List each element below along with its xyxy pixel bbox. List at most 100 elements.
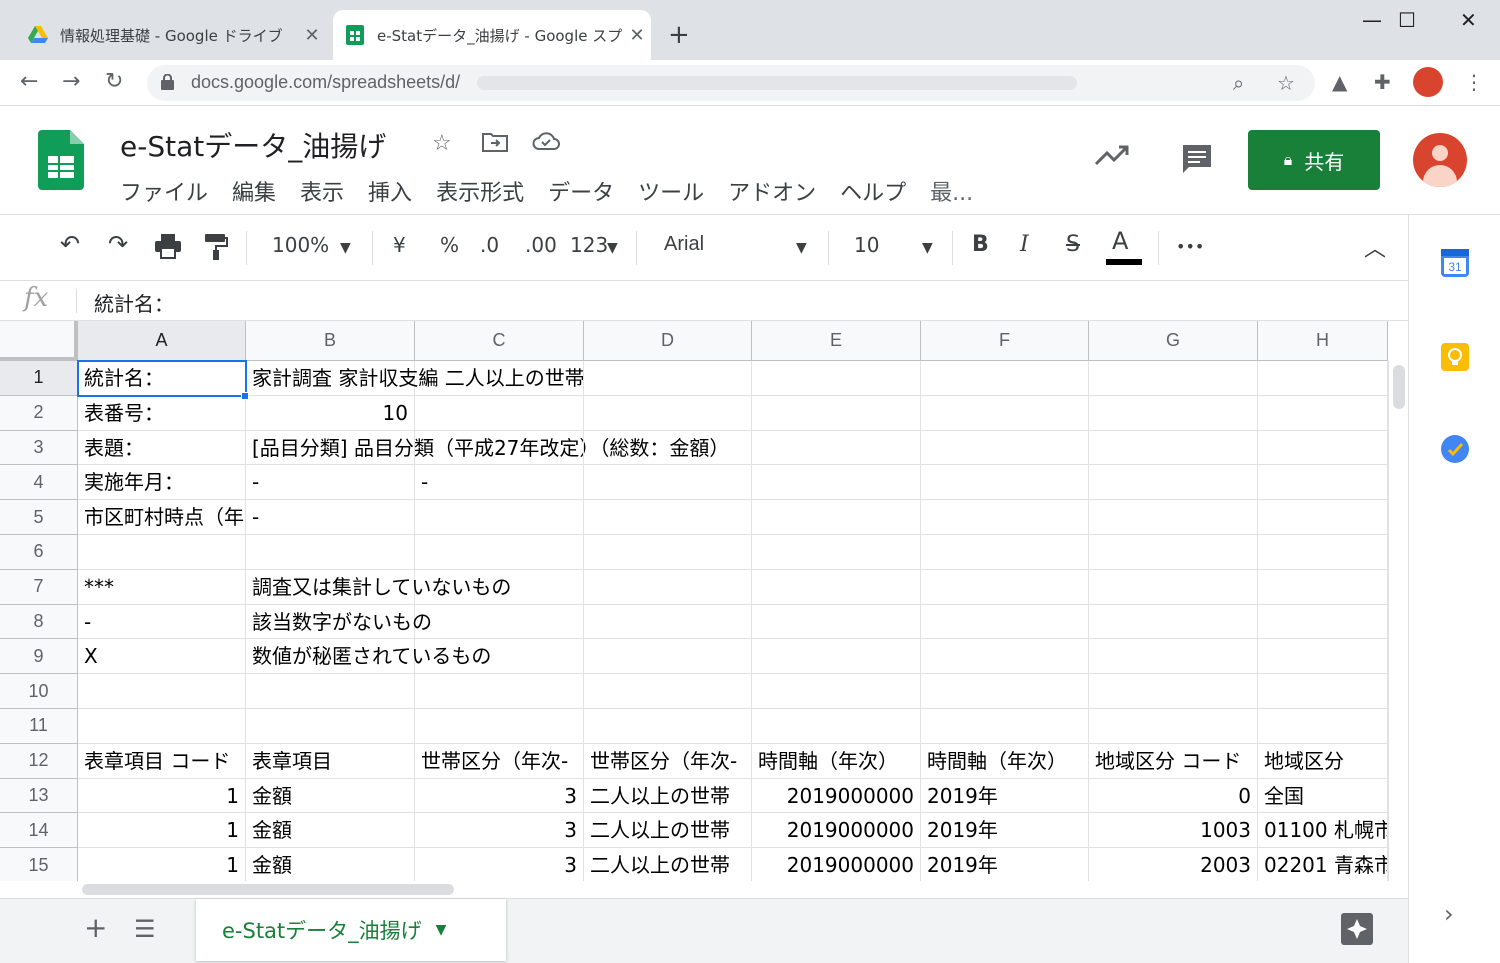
column-header-g[interactable]: G <box>1089 321 1258 361</box>
cell-c8[interactable] <box>415 604 584 640</box>
bold-button[interactable]: B <box>972 232 989 257</box>
cell-e3[interactable] <box>752 430 921 466</box>
add-sheet-icon[interactable]: + <box>84 911 107 944</box>
horizontal-scrollbar[interactable] <box>78 881 1388 898</box>
row-header[interactable]: 6 <box>0 535 78 570</box>
row-header[interactable]: 13 <box>0 778 78 814</box>
cell-d1[interactable] <box>584 361 752 396</box>
percent-format-button[interactable]: % <box>440 233 459 257</box>
menu-edit[interactable]: 編集 <box>232 175 276 207</box>
menu-tools[interactable]: ツール <box>638 175 704 207</box>
menu-format[interactable]: 表示形式 <box>436 175 524 207</box>
cell-h1[interactable] <box>1258 361 1388 396</box>
cell-f12[interactable]: 時間軸（年次） <box>921 743 1089 779</box>
cell-e1[interactable] <box>752 361 921 396</box>
font-size-select[interactable]: 10 <box>854 233 879 257</box>
cell-h10[interactable] <box>1258 674 1388 709</box>
column-header-a[interactable]: A <box>78 321 246 361</box>
cell-c13[interactable]: 3 <box>415 778 584 814</box>
cell-g14[interactable]: 1003 <box>1089 813 1258 849</box>
cell-a3[interactable]: 表題： <box>78 430 246 466</box>
tasks-icon[interactable] <box>1441 435 1469 463</box>
cell-d6[interactable] <box>584 535 752 570</box>
cell-h13[interactable]: 全国 <box>1258 778 1388 814</box>
activity-trend-icon[interactable] <box>1094 143 1129 173</box>
cell-a15[interactable]: 1 <box>78 848 246 881</box>
more-options-icon[interactable]: ••• <box>1176 237 1204 256</box>
row-header[interactable]: 8 <box>0 604 78 640</box>
cell-f8[interactable] <box>921 604 1089 640</box>
cell-a9[interactable]: X <box>78 639 246 675</box>
menu-last-edit[interactable]: 最... <box>930 175 973 207</box>
cell-d4[interactable] <box>584 465 752 501</box>
cell-e4[interactable] <box>752 465 921 501</box>
cell-c1[interactable] <box>415 361 584 396</box>
formula-input[interactable]: 統計名： <box>94 288 174 317</box>
cell-b2[interactable]: 10 <box>246 395 415 431</box>
cell-a6[interactable] <box>78 535 246 570</box>
cell-f2[interactable] <box>921 395 1089 431</box>
cell-b4[interactable]: - <box>246 465 415 501</box>
cell-b3[interactable]: [品目分類] 品目分類（平成27年改定）（総数：金額） <box>246 430 729 466</box>
cell-a13[interactable]: 1 <box>78 778 246 814</box>
column-header-h[interactable]: H <box>1258 321 1388 361</box>
cell-b13[interactable]: 金額 <box>246 778 415 814</box>
cell-g13[interactable]: 0 <box>1089 778 1258 814</box>
text-color-button[interactable]: A <box>1112 227 1128 255</box>
all-sheets-menu-icon[interactable]: ☰ <box>134 915 156 943</box>
cell-b11[interactable] <box>246 709 415 744</box>
cell-a12[interactable]: 表章項目 コード <box>78 743 246 779</box>
browser-tab-drive[interactable]: 情報処理基礎 - Google ドライブ ✕ <box>16 10 326 60</box>
share-button[interactable]: 🔒︎ 共有 <box>1248 130 1380 190</box>
cell-c4[interactable]: - <box>415 465 584 501</box>
forward-arrow-icon[interactable]: → <box>62 69 80 94</box>
cell-b7[interactable]: 調査又は集計していないもの <box>246 569 511 605</box>
redo-icon[interactable]: ↷ <box>108 230 128 258</box>
cell-b6[interactable] <box>246 535 415 570</box>
row-header[interactable]: 12 <box>0 743 78 779</box>
cell-c7[interactable] <box>415 569 584 605</box>
cell-g6[interactable] <box>1089 535 1258 570</box>
address-bar[interactable]: docs.google.com/spreadsheets/d/ ⌕ ☆ <box>147 65 1315 101</box>
cell-f14[interactable]: 2019年 <box>921 813 1089 849</box>
cell-h6[interactable] <box>1258 535 1388 570</box>
chevron-right-icon[interactable]: › <box>1444 900 1454 928</box>
strikethrough-button[interactable]: S <box>1066 232 1080 257</box>
cell-d2[interactable] <box>584 395 752 431</box>
cell-e9[interactable] <box>752 639 921 675</box>
chevron-down-icon[interactable]: ▼ <box>922 240 933 256</box>
cell-e10[interactable] <box>752 674 921 709</box>
cell-f7[interactable] <box>921 569 1089 605</box>
cell-a11[interactable] <box>78 709 246 744</box>
column-header-b[interactable]: B <box>246 321 415 361</box>
cell-c11[interactable] <box>415 709 584 744</box>
menu-addons[interactable]: アドオン <box>728 175 816 207</box>
minimize-icon[interactable]: — <box>1362 8 1382 32</box>
cell-e6[interactable] <box>752 535 921 570</box>
cell-d15[interactable]: 二人以上の世帯 <box>584 848 752 881</box>
cell-h2[interactable] <box>1258 395 1388 431</box>
italic-button[interactable]: I <box>1020 232 1029 257</box>
puzzle-extensions-icon[interactable]: ✚ <box>1374 70 1391 94</box>
zoom-icon[interactable]: ⌕ <box>1233 71 1244 95</box>
cell-e12[interactable]: 時間軸（年次） <box>752 743 921 779</box>
zoom-select[interactable]: 100% <box>272 233 329 257</box>
star-icon[interactable]: ☆ <box>432 131 452 156</box>
cell-c5[interactable] <box>415 500 584 535</box>
cell-d3[interactable] <box>584 430 752 466</box>
cell-g9[interactable] <box>1089 639 1258 675</box>
browser-tab-sheets[interactable]: e-Statデータ_油揚げ - Google スプレ ✕ <box>333 10 651 60</box>
chevron-up-icon[interactable]: ︿ <box>1364 231 1386 263</box>
cell-c14[interactable]: 3 <box>415 813 584 849</box>
cell-h11[interactable] <box>1258 709 1388 744</box>
cell-e15[interactable]: 2019000000 <box>752 848 921 881</box>
cell-h5[interactable] <box>1258 500 1388 535</box>
cell-b9[interactable]: 数値が秘匿されているもの <box>246 639 491 675</box>
menu-file[interactable]: ファイル <box>120 175 208 207</box>
cell-b8[interactable]: 該当数字がないもの <box>246 604 432 640</box>
keep-icon[interactable] <box>1441 343 1469 371</box>
cell-c9[interactable] <box>415 639 584 675</box>
cell-h9[interactable] <box>1258 639 1388 675</box>
row-header[interactable]: 2 <box>0 395 78 431</box>
cell-g5[interactable] <box>1089 500 1258 535</box>
